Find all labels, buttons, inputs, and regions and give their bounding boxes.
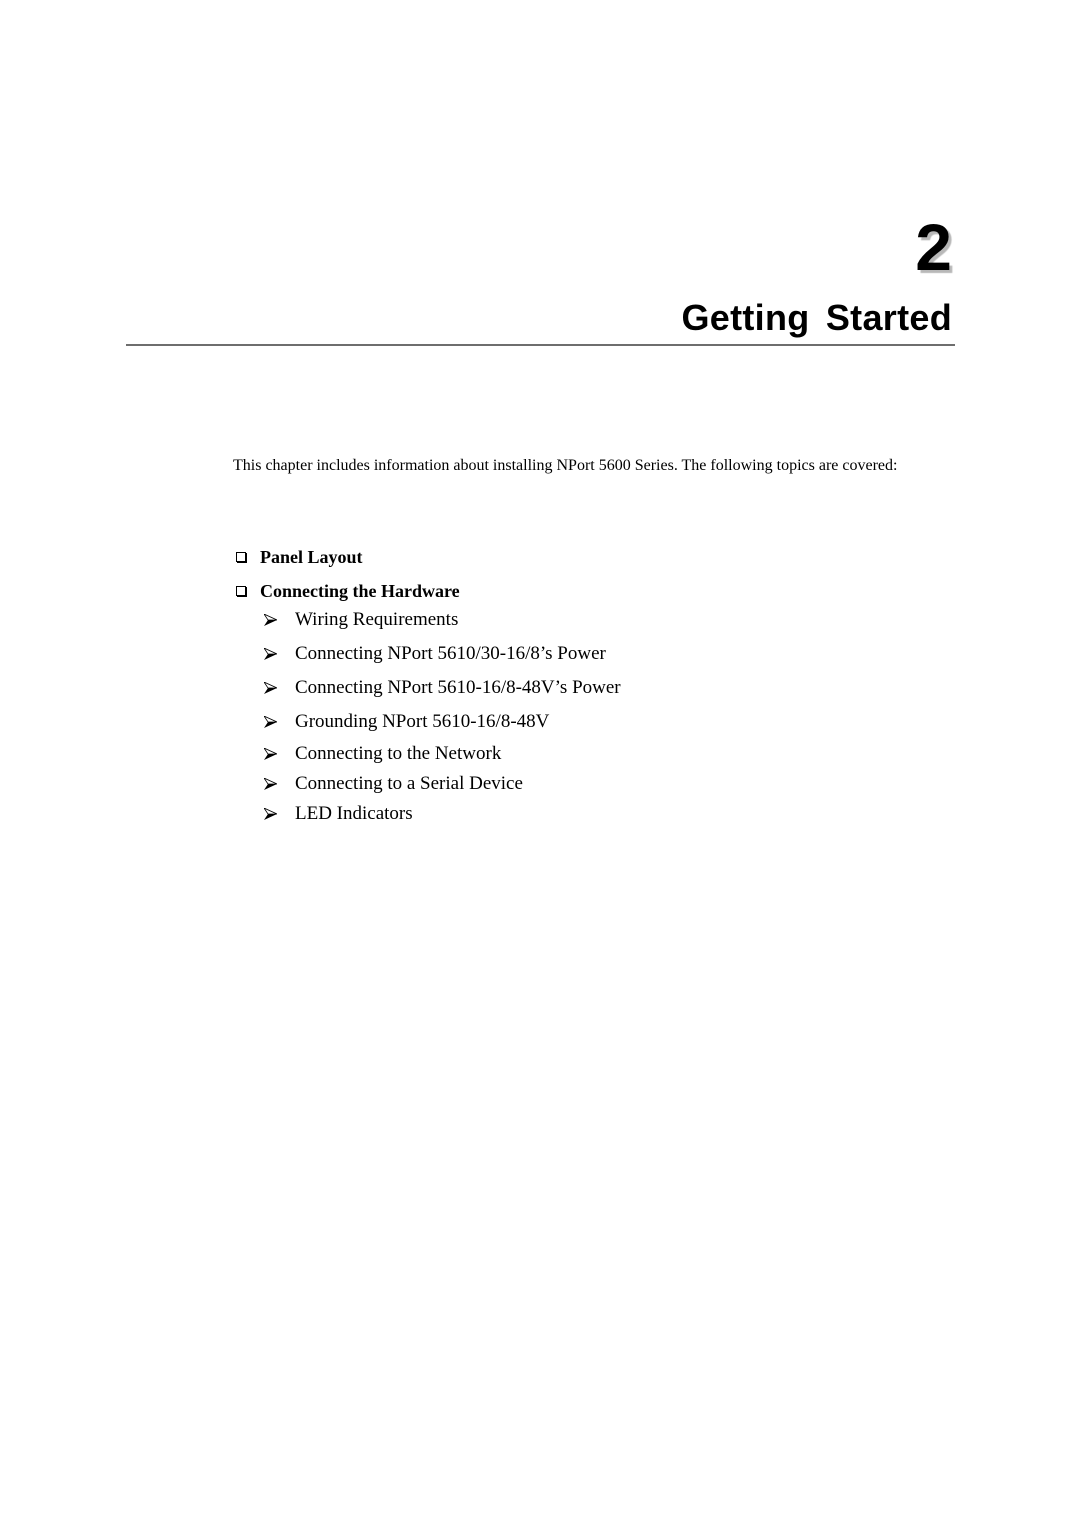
checkbox-square-icon [236, 552, 246, 562]
subtopic-list: Wiring Requirements Connecting NPort 561… [264, 603, 621, 829]
subtopic-label: Wiring Requirements [295, 609, 459, 630]
subtopic-label: Grounding NPort 5610-16/8-48V [295, 711, 550, 732]
arrow-bullet-icon [264, 614, 295, 626]
arrow-bullet-icon [264, 808, 295, 820]
arrow-bullet-icon [264, 778, 295, 790]
subtopic-item: Grounding NPort 5610-16/8-48V [264, 705, 621, 739]
subtopic-label: Connecting to the Network [295, 743, 502, 764]
arrow-bullet-icon [264, 748, 295, 760]
chapter-title: Getting Started [681, 297, 952, 338]
subtopic-item: LED Indicators [264, 799, 621, 829]
topic-list: Panel Layout Connecting the Hardware [233, 540, 460, 608]
chapter-number: 2 [915, 210, 952, 284]
subtopic-item: Connecting NPort 5610-16/8-48V’s Power [264, 671, 621, 705]
topic-label: Panel Layout [260, 546, 363, 567]
subtopic-item: Connecting to the Network [264, 739, 621, 769]
subtopic-label: Connecting NPort 5610-16/8-48V’s Power [295, 677, 621, 698]
subtopic-item: Wiring Requirements [264, 603, 621, 637]
arrow-bullet-icon [264, 682, 295, 694]
intro-paragraph: This chapter includes information about … [233, 457, 898, 474]
subtopic-label: Connecting NPort 5610/30-16/8’s Power [295, 643, 606, 664]
subtopic-item: Connecting NPort 5610/30-16/8’s Power [264, 637, 621, 671]
title-divider [126, 344, 955, 346]
subtopic-item: Connecting to a Serial Device [264, 769, 621, 799]
topic-item: Panel Layout [233, 540, 460, 574]
arrow-bullet-icon [264, 648, 295, 660]
checkbox-square-icon [236, 586, 246, 596]
subtopic-label: Connecting to a Serial Device [295, 773, 523, 794]
topic-label: Connecting the Hardware [260, 580, 460, 601]
subtopic-label: LED Indicators [295, 803, 413, 824]
arrow-bullet-icon [264, 716, 295, 728]
